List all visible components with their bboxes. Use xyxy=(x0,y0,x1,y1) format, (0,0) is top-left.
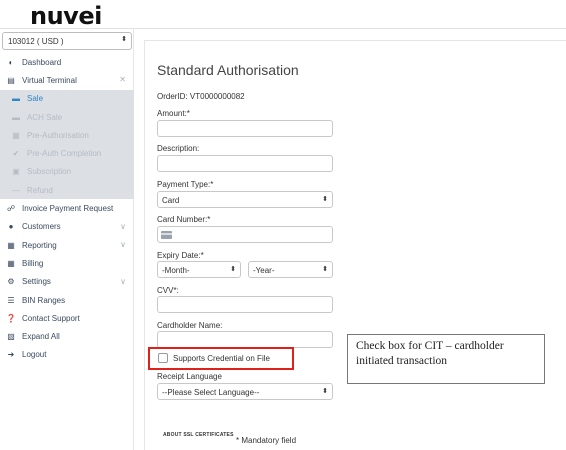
link-icon: ☍ xyxy=(6,204,16,214)
chevron-down-icon: ∨ xyxy=(120,221,126,231)
report-icon: ▦ xyxy=(7,240,15,250)
card-icon: ▬ xyxy=(12,94,20,104)
users-icon: ● xyxy=(8,222,14,232)
logout-icon: ➜ xyxy=(7,350,15,360)
sidebar-item-bin-ranges[interactable]: ☰ BIN Ranges xyxy=(0,291,134,309)
card-number-label: Card Number:* xyxy=(157,215,211,224)
calendar-icon: ▣ xyxy=(12,167,20,177)
credit-card-icon xyxy=(161,231,172,239)
sidebar-item-label: Reporting xyxy=(22,240,57,250)
sidebar-item-pre-authorisation[interactable]: ▦ Pre-Authorisation xyxy=(0,126,134,144)
card-number-input[interactable] xyxy=(157,226,333,243)
sidebar-item-settings[interactable]: ⚙ Settings ∨ xyxy=(0,273,134,291)
receipt-language-value: --Please Select Language-- xyxy=(162,388,260,397)
order-id: OrderID: VT0000000082 xyxy=(157,92,245,101)
sidebar-item-logout[interactable]: ➜ Logout xyxy=(0,346,134,364)
cvv-input[interactable] xyxy=(157,296,333,313)
cardholder-name-label: Cardholder Name: xyxy=(157,321,223,330)
check-circle-icon: ✔ xyxy=(12,149,20,159)
sidebar-item-label: Sale xyxy=(27,94,44,104)
select-arrows-icon: ⬍ xyxy=(322,388,328,395)
payment-type-select[interactable]: Card ⬍ xyxy=(157,191,333,208)
annotation-callout: Check box for CIT – cardholder initiated… xyxy=(347,334,545,384)
sidebar-item-label: Pre-Auth Completion xyxy=(27,149,102,159)
select-arrows-icon: ⬍ xyxy=(121,36,127,43)
sidebar-item-label: Refund xyxy=(27,185,53,195)
sidebar-item-label: Billing xyxy=(22,258,44,268)
payment-type-label: Payment Type:* xyxy=(157,180,214,189)
close-icon[interactable]: ✕ xyxy=(119,75,126,84)
amount-input[interactable] xyxy=(157,120,333,137)
sidebar-item-label: Logout xyxy=(22,350,47,360)
annotation-line-1: Check box for CIT – cardholder xyxy=(356,340,504,352)
supports-credential-label: Supports Credential on File xyxy=(173,354,270,363)
expiry-month-value: -Month- xyxy=(162,266,190,275)
mandatory-field-note: * Mandatory field xyxy=(236,436,297,445)
sidebar-item-label: Pre-Authorisation xyxy=(27,130,89,140)
cvv-label: CVV*: xyxy=(157,286,179,295)
expiry-month-select[interactable]: -Month- ⬍ xyxy=(157,261,241,278)
select-arrows-icon: ⬍ xyxy=(322,266,328,273)
sidebar-item-label: Virtual Terminal xyxy=(22,75,77,85)
sidebar-item-label: ACH Sale xyxy=(27,112,63,122)
sidebar-item-subscription[interactable]: ▣ Subscription xyxy=(0,163,134,181)
sidebar: 103012 ( USD ) ⬍ ◐ Dashboard ▤ Virtual T… xyxy=(0,29,134,450)
dashboard-icon: ◐ xyxy=(8,57,14,67)
expand-icon: ▧ xyxy=(7,332,15,342)
select-arrows-icon: ⬍ xyxy=(322,196,328,203)
chevron-down-icon: ∨ xyxy=(120,239,126,249)
supports-credential-checkbox[interactable] xyxy=(158,353,168,363)
ssl-certificates-link[interactable]: ABOUT SSL CERTIFICATES xyxy=(163,432,234,438)
sidebar-item-customers[interactable]: ● Customers ∨ xyxy=(0,218,134,236)
gears-icon: ⚙ xyxy=(7,277,15,287)
question-icon: ❓ xyxy=(6,313,16,323)
sidebar-item-virtual-terminal[interactable]: ▤ Virtual Terminal ✕ xyxy=(0,71,134,89)
sidebar-item-reporting[interactable]: ▦ Reporting ∨ xyxy=(0,236,134,254)
sidebar-item-sale[interactable]: ▬ Sale xyxy=(0,90,134,108)
sidebar-item-label: Dashboard xyxy=(22,57,62,67)
sidebar-item-pre-auth-completion[interactable]: ✔ Pre-Auth Completion xyxy=(0,144,134,162)
bank-icon: ▬ xyxy=(12,112,20,122)
sidebar-item-label: Invoice Payment Request xyxy=(22,204,114,214)
expiry-year-value: -Year- xyxy=(253,266,275,275)
virtual-terminal-submenu: ▬ Sale ▬ ACH Sale ▦ Pre-Authorisation ✔ … xyxy=(0,89,134,200)
minus-icon: — xyxy=(12,185,20,195)
cardholder-name-input[interactable] xyxy=(157,331,333,348)
sidebar-item-expand-all[interactable]: ▧ Expand All xyxy=(0,327,134,345)
sidebar-item-label: BIN Ranges xyxy=(22,295,66,305)
sidebar-item-contact-support[interactable]: ❓ Contact Support xyxy=(0,309,134,327)
billing-icon: ▦ xyxy=(7,258,15,268)
description-input[interactable] xyxy=(157,155,333,172)
expiry-date-label: Expiry Date:* xyxy=(157,251,204,260)
sidebar-item-label: Subscription xyxy=(27,167,72,177)
sidebar-item-label: Contact Support xyxy=(22,313,80,323)
select-arrows-icon: ⬍ xyxy=(230,266,236,273)
description-label: Description: xyxy=(157,144,200,153)
sidebar-item-dashboard[interactable]: ◐ Dashboard xyxy=(0,53,134,71)
account-select[interactable]: 103012 ( USD ) ⬍ xyxy=(2,32,132,50)
sidebar-item-refund[interactable]: — Refund xyxy=(0,181,134,199)
receipt-language-label: Receipt Language xyxy=(157,372,222,381)
amount-label: Amount:* xyxy=(157,109,190,118)
sidebar-item-label: Settings xyxy=(22,277,51,287)
terminal-icon: ▤ xyxy=(7,75,15,85)
payment-type-value: Card xyxy=(162,196,180,205)
expiry-year-select[interactable]: -Year- ⬍ xyxy=(248,261,333,278)
sidebar-item-billing[interactable]: ▦ Billing xyxy=(0,254,134,272)
account-select-value: 103012 ( USD ) xyxy=(8,37,64,46)
page-title: Standard Authorisation xyxy=(157,62,299,78)
chevron-down-icon: ∨ xyxy=(120,276,126,286)
nuvei-logo: nuvei xyxy=(30,2,102,30)
doc-icon: ▦ xyxy=(12,130,20,140)
sidebar-item-invoice-payment-request[interactable]: ☍ Invoice Payment Request xyxy=(0,199,134,217)
annotation-line-2: initiated transaction xyxy=(356,355,448,367)
sidebar-item-label: Expand All xyxy=(22,332,60,342)
sidebar-nav: ◐ Dashboard ▤ Virtual Terminal ✕ ▬ Sale … xyxy=(0,53,134,364)
sidebar-item-ach-sale[interactable]: ▬ ACH Sale xyxy=(0,108,134,126)
sidebar-item-label: Customers xyxy=(22,222,61,232)
list-icon: ☰ xyxy=(7,295,15,305)
receipt-language-select[interactable]: --Please Select Language-- ⬍ xyxy=(157,383,333,400)
